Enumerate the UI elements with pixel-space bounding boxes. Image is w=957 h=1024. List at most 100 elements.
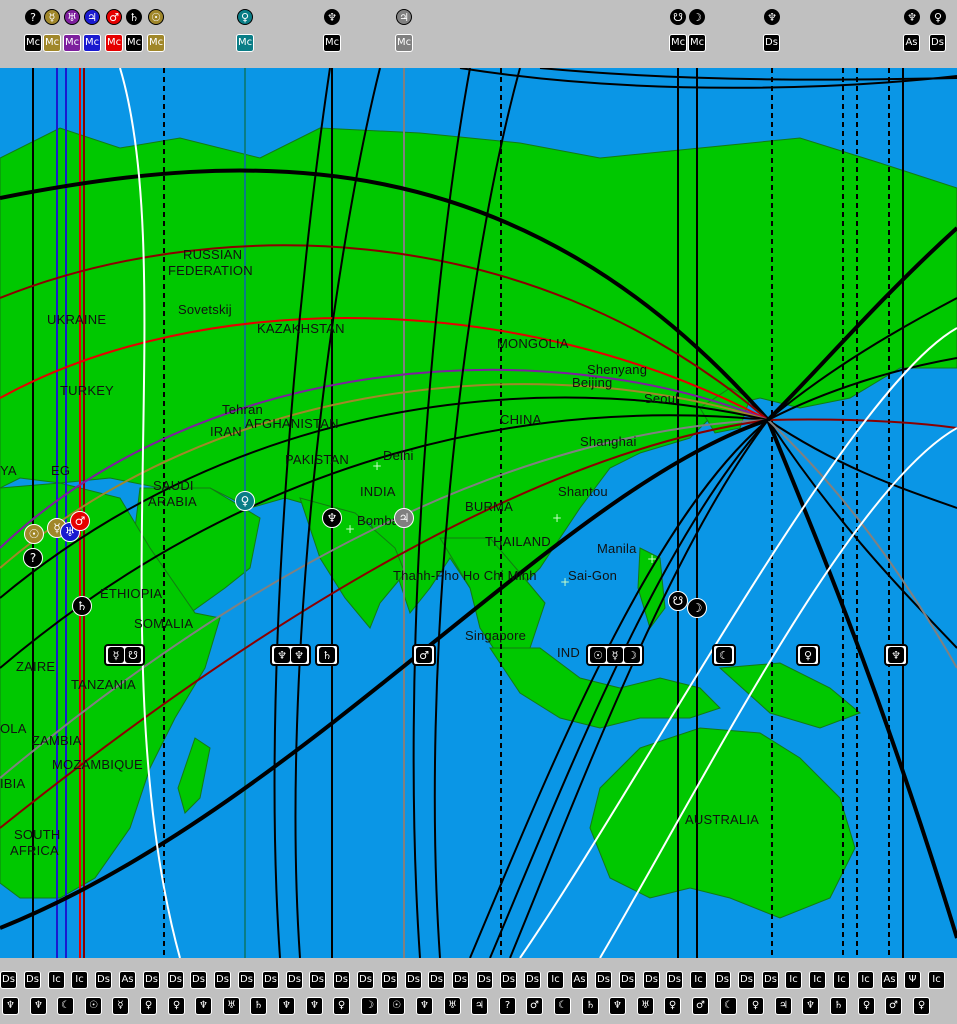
- axis-box-6[interactable]: ☾: [712, 644, 736, 666]
- bottom-angle-tag[interactable]: Ds: [238, 971, 255, 989]
- saturn-symbol-map[interactable]: ♄: [72, 596, 92, 616]
- bottom-planet-tag[interactable]: ♄: [830, 997, 847, 1015]
- bottom-angle-tag[interactable]: Ψ: [904, 971, 921, 989]
- bottom-planet-tag[interactable]: ♀: [747, 997, 764, 1015]
- bottom-planet-tag[interactable]: ♄: [582, 997, 599, 1015]
- bottom-angle-tag[interactable]: Ds: [333, 971, 350, 989]
- top-planet-icon[interactable]: ☽: [689, 9, 705, 25]
- top-angle-tag[interactable]: Mc: [125, 34, 144, 52]
- top-angle-tag[interactable]: Mc: [24, 34, 43, 52]
- bottom-angle-tag[interactable]: Ds: [405, 971, 422, 989]
- bottom-planet-tag[interactable]: ?: [499, 997, 516, 1015]
- bottom-angle-tag[interactable]: Ic: [48, 971, 65, 989]
- bottom-planet-tag[interactable]: ♂: [692, 997, 709, 1015]
- axis-box-8[interactable]: ♆: [884, 644, 908, 666]
- axis-box-3[interactable]: ♄: [315, 644, 339, 666]
- bottom-angle-tag[interactable]: Ds: [738, 971, 755, 989]
- bottom-planet-tag[interactable]: ♆: [195, 997, 212, 1015]
- bottom-planet-tag[interactable]: ♃: [471, 997, 488, 1015]
- bottom-planet-tag[interactable]: ♅: [637, 997, 654, 1015]
- bottom-angle-tag[interactable]: Ds: [357, 971, 374, 989]
- bottom-angle-tag[interactable]: As: [119, 971, 136, 989]
- bottom-angle-tag[interactable]: Ic: [833, 971, 850, 989]
- bottom-angle-tag[interactable]: Ic: [785, 971, 802, 989]
- top-planet-icon[interactable]: ♆: [324, 9, 340, 25]
- bottom-angle-tag[interactable]: As: [571, 971, 588, 989]
- axis-box-4[interactable]: ♂: [412, 644, 436, 666]
- bottom-angle-tag[interactable]: Ds: [714, 971, 731, 989]
- top-planet-icon[interactable]: ♀: [237, 9, 253, 25]
- top-angle-tag[interactable]: Mc: [43, 34, 62, 52]
- bottom-planet-tag[interactable]: ♆: [802, 997, 819, 1015]
- bottom-angle-tag[interactable]: As: [881, 971, 898, 989]
- bottom-planet-tag[interactable]: ♂: [526, 997, 543, 1015]
- bottom-angle-tag[interactable]: Ds: [762, 971, 779, 989]
- bottom-angle-tag[interactable]: Ds: [500, 971, 517, 989]
- unknown-symbol-map[interactable]: ?: [23, 548, 43, 568]
- top-angle-tag[interactable]: Mc: [63, 34, 82, 52]
- bottom-planet-tag[interactable]: ☉: [85, 997, 102, 1015]
- mars-symbol-map[interactable]: ♂: [70, 511, 90, 531]
- top-angle-tag[interactable]: Ds: [929, 34, 946, 52]
- bottom-planet-tag[interactable]: ♀: [140, 997, 157, 1015]
- bottom-planet-tag[interactable]: ♆: [278, 997, 295, 1015]
- bottom-angle-tag[interactable]: Ds: [143, 971, 160, 989]
- moon-symbol-map[interactable]: ☽: [687, 598, 707, 618]
- top-angle-tag[interactable]: Mc: [688, 34, 707, 52]
- top-angle-tag[interactable]: Ds: [763, 34, 780, 52]
- top-angle-tag[interactable]: Mc: [395, 34, 414, 52]
- bottom-angle-tag[interactable]: Ds: [95, 971, 112, 989]
- sun-symbol-map[interactable]: ☉: [24, 524, 44, 544]
- bottom-angle-tag[interactable]: Ic: [547, 971, 564, 989]
- bottom-planet-tag[interactable]: ♆: [609, 997, 626, 1015]
- top-angle-tag[interactable]: Mc: [147, 34, 166, 52]
- bottom-planet-tag[interactable]: ♀: [858, 997, 875, 1015]
- top-angle-tag[interactable]: Mc: [105, 34, 124, 52]
- bottom-angle-tag[interactable]: Ds: [666, 971, 683, 989]
- bottom-planet-tag[interactable]: ☿: [112, 997, 129, 1015]
- top-planet-icon[interactable]: ♅: [64, 9, 80, 25]
- bottom-angle-tag[interactable]: Ic: [809, 971, 826, 989]
- bottom-angle-tag[interactable]: Ic: [690, 971, 707, 989]
- neptune-symbol-map[interactable]: ♆: [322, 508, 342, 528]
- venus-symbol-map[interactable]: ♀: [235, 491, 255, 511]
- top-planet-icon[interactable]: ♃: [396, 9, 412, 25]
- top-angle-tag[interactable]: Mc: [323, 34, 342, 52]
- axis-box-2[interactable]: ♆ ♆: [270, 644, 311, 666]
- bottom-planet-tag[interactable]: ♂: [885, 997, 902, 1015]
- bottom-angle-tag[interactable]: Ds: [190, 971, 207, 989]
- top-planet-icon[interactable]: ?: [25, 9, 41, 25]
- bottom-angle-tag[interactable]: Ds: [524, 971, 541, 989]
- bottom-angle-tag[interactable]: Ic: [857, 971, 874, 989]
- bottom-angle-tag[interactable]: Ds: [309, 971, 326, 989]
- bottom-angle-tag[interactable]: Ds: [476, 971, 493, 989]
- top-planet-icon[interactable]: ♆: [764, 9, 780, 25]
- bottom-angle-tag[interactable]: Ds: [286, 971, 303, 989]
- bottom-planet-tag[interactable]: ♀: [664, 997, 681, 1015]
- top-planet-icon[interactable]: ☉: [148, 9, 164, 25]
- bottom-angle-tag[interactable]: Ds: [381, 971, 398, 989]
- bottom-angle-tag[interactable]: Ds: [0, 971, 17, 989]
- bottom-planet-tag[interactable]: ♆: [416, 997, 433, 1015]
- bottom-planet-tag[interactable]: ♆: [306, 997, 323, 1015]
- bottom-planet-tag[interactable]: ♀: [333, 997, 350, 1015]
- top-angle-tag[interactable]: Mc: [83, 34, 102, 52]
- top-planet-icon[interactable]: ♀: [930, 9, 946, 25]
- jupiter-symbol-map[interactable]: ♃: [394, 508, 414, 528]
- bottom-angle-tag[interactable]: Ds: [167, 971, 184, 989]
- bottom-planet-tag[interactable]: ♃: [775, 997, 792, 1015]
- bottom-angle-tag[interactable]: Ic: [71, 971, 88, 989]
- bottom-planet-tag[interactable]: ☽: [361, 997, 378, 1015]
- top-angle-tag[interactable]: As: [903, 34, 920, 52]
- bottom-planet-tag[interactable]: ♀: [913, 997, 930, 1015]
- bottom-angle-tag[interactable]: Ds: [428, 971, 445, 989]
- axis-box-5[interactable]: ☉ ☿ ☽: [586, 644, 644, 666]
- bottom-planet-tag[interactable]: ♅: [223, 997, 240, 1015]
- top-angle-tag[interactable]: Mc: [236, 34, 255, 52]
- top-planet-icon[interactable]: ♂: [106, 9, 122, 25]
- bottom-angle-tag[interactable]: Ds: [24, 971, 41, 989]
- top-planet-icon[interactable]: ♆: [904, 9, 920, 25]
- bottom-angle-tag[interactable]: Ds: [619, 971, 636, 989]
- axis-box-7[interactable]: ♀: [796, 644, 820, 666]
- bottom-angle-tag[interactable]: Ds: [643, 971, 660, 989]
